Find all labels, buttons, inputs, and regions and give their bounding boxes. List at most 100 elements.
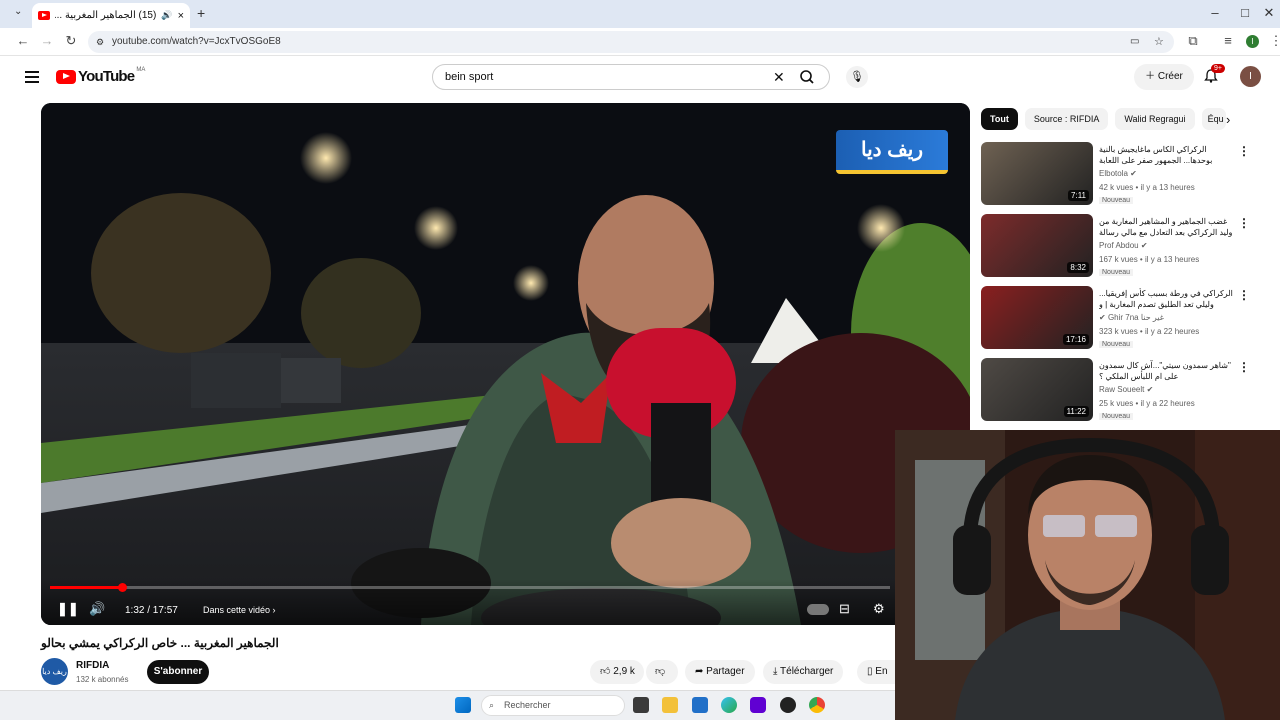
taskbar-search-icon: ⌕ [489, 700, 495, 710]
task-view-icon[interactable] [633, 697, 649, 713]
share-button[interactable]: ➦ Partager [685, 660, 755, 684]
recommendation-title[interactable]: الركراكي الكاس ماغايجيش بالنية بوحدها...… [1099, 144, 1233, 166]
bookmark-star-icon[interactable]: ☆ [1154, 31, 1164, 53]
tab-title: (15) الجماهير المغربية ... خا [55, 10, 157, 21]
autoplay-toggle-icon[interactable] [807, 604, 829, 615]
recommendation-channel[interactable]: Prof Abdou ✔ [1099, 241, 1148, 250]
new-badge: Nouveau [1099, 197, 1134, 204]
subtitles-icon[interactable]: ⊟ [839, 601, 850, 617]
subscriber-count: 132 k abonnés [76, 675, 129, 684]
webcam-overlay [895, 430, 1280, 720]
account-avatar[interactable]: I [1240, 66, 1261, 87]
yahoo-icon[interactable] [750, 697, 766, 713]
duration-badge: 11:22 [1063, 406, 1089, 417]
new-tab-button[interactable]: + [197, 5, 205, 21]
store-icon[interactable] [692, 697, 708, 713]
profile-avatar[interactable]: I [1246, 35, 1259, 48]
video-thumbnail[interactable]: 8:32 [981, 214, 1093, 277]
windows-start-icon[interactable] [455, 697, 471, 713]
url-text: youtube.com/watch?v=JcxTvOSGoE8 [112, 36, 281, 47]
browser-menu-icon[interactable]: ⋮ [1266, 33, 1280, 49]
audio-playing-icon[interactable]: 🔊 [161, 10, 172, 21]
chapter-button[interactable]: Dans cette vidéo › [203, 605, 276, 615]
verified-icon: ✔ [1146, 385, 1154, 394]
webcam-person-image [895, 430, 1280, 720]
cast-icon[interactable]: ▭ [1130, 31, 1139, 53]
video-thumbnail[interactable]: 7:11 [981, 142, 1093, 205]
back-icon[interactable]: ← [13, 33, 33, 48]
recommendation-item[interactable]: 17:16 الركراكي في ورطة بسبب كأس إفريقيا.… [981, 286, 1266, 350]
more-options-icon[interactable]: ⋮ [1238, 288, 1250, 302]
taskbar-search[interactable]: ⌕ Rechercher [481, 695, 625, 716]
site-info-icon[interactable]: ⚙ [96, 31, 104, 53]
reload-icon[interactable]: ↻ [61, 33, 81, 49]
youtube-play-logo-icon [56, 69, 76, 84]
save-button[interactable]: ▯ En [857, 660, 895, 684]
forward-icon[interactable]: → [37, 33, 57, 48]
duration-badge: 7:11 [1068, 190, 1089, 201]
recommendation-item[interactable]: 7:11 الركراكي الكاس ماغايجيش بالنية بوحد… [981, 142, 1266, 206]
address-bar[interactable]: ⚙ youtube.com/watch?v=JcxTvOSGoE8 ▭ ☆ [88, 31, 1174, 53]
like-button[interactable]: 👍︎ 2,9 k [590, 660, 644, 684]
hamburger-menu-icon[interactable] [25, 71, 39, 83]
search-input[interactable]: bein sport [445, 71, 493, 83]
video-thumbnail[interactable]: 11:22 [981, 358, 1093, 421]
progress-bar[interactable] [50, 583, 890, 592]
recommendation-item[interactable]: 11:22 "شاهر سمدون سيتي"...آش كال سمدون ع… [981, 358, 1266, 422]
search-box[interactable]: bein sport ✕ [432, 64, 830, 90]
chip-source[interactable]: Source : RIFDIA [1024, 108, 1109, 130]
recommendation-title[interactable]: "شاهر سمدون سيتي"...آش كال سمدون على ام … [1099, 360, 1233, 382]
recommendation-channel[interactable]: Elbotola ✔ [1099, 169, 1137, 178]
chip-team[interactable]: Équ [1201, 108, 1226, 130]
chip-all[interactable]: Tout [981, 108, 1018, 130]
edge-icon[interactable] [721, 697, 737, 713]
thumbs-up-icon: 👍︎ [600, 666, 611, 677]
tab-close-icon[interactable]: × [178, 10, 184, 22]
recommendation-title[interactable]: الركراكي في ورطة بسبب كأس إفريقيا... ولي… [1099, 288, 1233, 310]
create-label: Créer [1157, 71, 1183, 82]
youtube-logo[interactable]: YouTube MA [56, 67, 145, 85]
app-icon[interactable] [780, 697, 796, 713]
search-icon[interactable] [797, 68, 817, 86]
close-window-icon[interactable]: ✕ [1254, 5, 1280, 21]
settings-gear-icon[interactable]: ⚙ [873, 601, 885, 617]
pause-icon[interactable]: ❚❚ [57, 601, 79, 617]
download-button[interactable]: ⤓ Télécharger [763, 660, 844, 684]
share-icon: ➦ [695, 666, 704, 677]
chevron-right-icon[interactable]: › [1226, 112, 1230, 127]
recommendation-channel[interactable]: Raw Soueelt ✔ [1099, 385, 1153, 394]
extensions-icon[interactable]: ⧉ [1183, 33, 1203, 49]
video-title: الجماهير المغربية ... خاص الركراكي يمشي … [41, 636, 279, 650]
browser-tab[interactable]: (15) الجماهير المغربية ... خا 🔊 × [32, 3, 190, 28]
video-thumbnail[interactable]: 17:16 [981, 286, 1093, 349]
tab-search-button[interactable]: ⌄ [14, 6, 22, 17]
dislike-button[interactable]: 👎︎ [646, 660, 678, 684]
player-controls: ❚❚ 🔊 1:32 / 17:57 Dans cette vidéo › ⊟ ⚙ [41, 579, 970, 625]
chip-walid-regragui[interactable]: Walid Regragui [1115, 108, 1195, 130]
voice-search-mic-icon[interactable]: 🎙 [846, 66, 868, 88]
create-button[interactable]: ＋ Créer [1134, 64, 1194, 90]
recommendation-item[interactable]: 8:32 غضب الجماهير و المشاهير المغاربة من… [981, 214, 1266, 278]
recommendation-meta: 25 k vues • il y a 22 heures [1099, 399, 1195, 408]
channel-name[interactable]: RIFDIA [76, 660, 109, 671]
video-frame-image [41, 103, 970, 625]
channel-name-text: Elbotola [1099, 169, 1128, 178]
volume-icon[interactable]: 🔊 [89, 601, 105, 617]
channel-avatar[interactable]: ريف ديا [41, 658, 68, 685]
file-explorer-icon[interactable] [662, 697, 678, 713]
recommendation-channel[interactable]: ✔ Ghir 7na غير حنا [1099, 313, 1164, 322]
more-options-icon[interactable]: ⋮ [1238, 144, 1250, 158]
clear-search-icon[interactable]: ✕ [773, 69, 785, 86]
more-options-icon[interactable]: ⋮ [1238, 360, 1250, 374]
reading-list-icon[interactable]: ≡ [1218, 33, 1238, 48]
recommendation-title[interactable]: غضب الجماهير و المشاهير المغاربة من وليد… [1099, 216, 1233, 238]
more-options-icon[interactable]: ⋮ [1238, 216, 1250, 230]
verified-icon: ✔ [1130, 169, 1137, 178]
video-player[interactable]: ريف ديا ❚❚ 🔊 1:32 / 17:57 Dans cette vid… [41, 103, 970, 625]
notifications-bell-icon[interactable]: 9+ [1203, 64, 1225, 86]
new-badge: Nouveau [1099, 413, 1134, 420]
scrubber-handle[interactable] [118, 583, 128, 592]
minimize-icon[interactable]: – [1200, 5, 1230, 20]
subscribe-button[interactable]: S'abonner [147, 660, 209, 684]
chrome-icon[interactable] [809, 697, 825, 713]
